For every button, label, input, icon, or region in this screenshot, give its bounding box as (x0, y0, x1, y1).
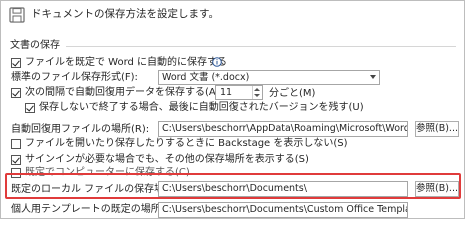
autorecover-location-label: 自動回復用ファイルの場所(R): (11, 124, 150, 135)
stepper-arrows[interactable] (252, 86, 262, 99)
autorecover-minutes-stepper[interactable]: 11 (215, 85, 263, 100)
save-settings-icon (9, 7, 25, 23)
additional-places-checkbox[interactable] (11, 155, 21, 165)
backstage-label[interactable]: ファイルを開いたり保存したりするときに Backstage を表示しない(S) (25, 137, 348, 150)
default-format-select[interactable]: Word 文書 (*.docx) (158, 70, 380, 85)
backstage-checkbox[interactable] (11, 139, 21, 149)
browse-autorecover-button[interactable]: 参照(B)... (415, 121, 459, 137)
save-format-checkbox[interactable] (11, 58, 21, 68)
highlight-box (5, 173, 461, 199)
template-location-label: 個人用テンプレートの既定の場所(T): (11, 204, 178, 215)
page-title: ドキュメントの保存方法を設定します。 (31, 8, 219, 20)
default-format-label: 標準のファイル保存形式(F): (11, 72, 138, 83)
save-format-label[interactable]: ファイルを既定で Word に自動的に保存する (25, 56, 227, 69)
autorecover-location-input[interactable]: C:\Users\beschorr\AppData\Roaming\Micros… (158, 121, 408, 137)
autorecover-minutes-value: 11 (220, 87, 233, 98)
autorecover-checkbox[interactable] (11, 88, 21, 98)
section-divider (66, 46, 456, 47)
keep-last-version-label[interactable]: 保存しないで終了する場合、最後に自動回復されたバージョンを残す(U) (39, 101, 364, 114)
section-title: 文書の保存 (10, 40, 60, 51)
chevron-down-icon (370, 75, 376, 79)
save-options-panel: ドキュメントの保存方法を設定します。 文書の保存 ファイルを既定で Word に… (0, 0, 465, 219)
keep-last-version-checkbox[interactable] (25, 103, 35, 113)
autorecover-unit-label: 分ごと(M) (269, 88, 316, 99)
additional-places-label[interactable]: サインインが必要な場合でも、その他の保存場所を表示する(S) (25, 153, 309, 166)
default-format-value: Word 文書 (*.docx) (162, 72, 250, 83)
autorecover-label[interactable]: 次の間隔で自動回復用データを保存する(A): (25, 86, 223, 99)
info-icon (212, 57, 222, 67)
template-location-input[interactable]: C:\Users\beschorr\Documents\Custom Offic… (158, 202, 408, 218)
